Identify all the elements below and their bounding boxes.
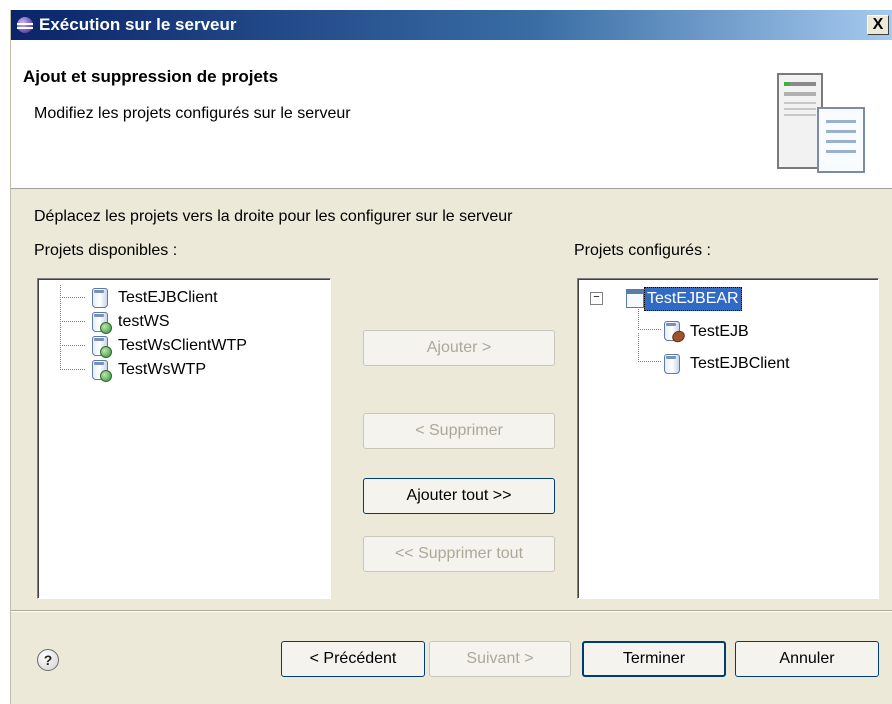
ear-icon [626,289,644,308]
available-projects-label: Projets disponibles : [34,242,178,259]
eclipse-icon [17,17,33,33]
configured-projects-tree[interactable]: − TestEJBEAR TestEJB TestEJBClient [577,278,879,599]
title-bar: Exécution sur le serveur X [11,10,892,40]
tree-item[interactable]: TestEJBClient [582,333,872,375]
tree-item-label: testWS [118,313,170,330]
close-button[interactable]: X [867,15,889,35]
page-description: Modifiez les projets configurés sur le s… [34,105,351,122]
footer-separator [11,610,892,612]
finish-button[interactable]: Terminer [582,641,726,677]
previous-button[interactable]: < Précédent [281,641,425,677]
window-title: Exécution sur le serveur [39,15,237,34]
instructions-text: Déplacez les projets vers la droite pour… [34,208,513,225]
tree-item[interactable]: TestWsWTP [42,345,322,382]
server-icon [777,73,865,173]
tree-item[interactable]: TestEJB [582,307,872,345]
help-icon[interactable]: ? [37,649,59,671]
available-projects-list[interactable]: TestEJBClient testWS TestWsClientWTP Tes… [37,278,331,599]
page-title: Ajout et suppression de projets [23,67,279,86]
jar-icon [92,288,108,308]
tree-item-label: TestEJB [690,323,749,340]
tree-item-label: TestWsClientWTP [118,337,247,354]
remove-button[interactable]: < Supprimer [363,413,555,449]
configured-projects-label: Projets configurés : [574,242,711,259]
jar-icon [664,354,680,374]
remove-all-button[interactable]: << Supprimer tout [363,536,555,572]
tree-item-label: TestEJBClient [690,355,790,372]
add-all-button[interactable]: Ajouter tout >> [363,478,555,514]
wizard-header: Ajout et suppression de projets Modifiez… [11,40,892,189]
tree-item-label: TestWsWTP [118,361,206,378]
next-button[interactable]: Suivant > [429,641,571,677]
collapse-icon[interactable]: − [590,292,603,305]
cancel-button[interactable]: Annuler [735,641,879,677]
dialog-window: Exécution sur le serveur X Ajout et supp… [10,10,892,704]
tree-item-root[interactable]: − TestEJBEAR [582,287,872,311]
add-button[interactable]: Ajouter > [363,330,555,366]
tree-item-label: TestEJBClient [118,289,218,306]
